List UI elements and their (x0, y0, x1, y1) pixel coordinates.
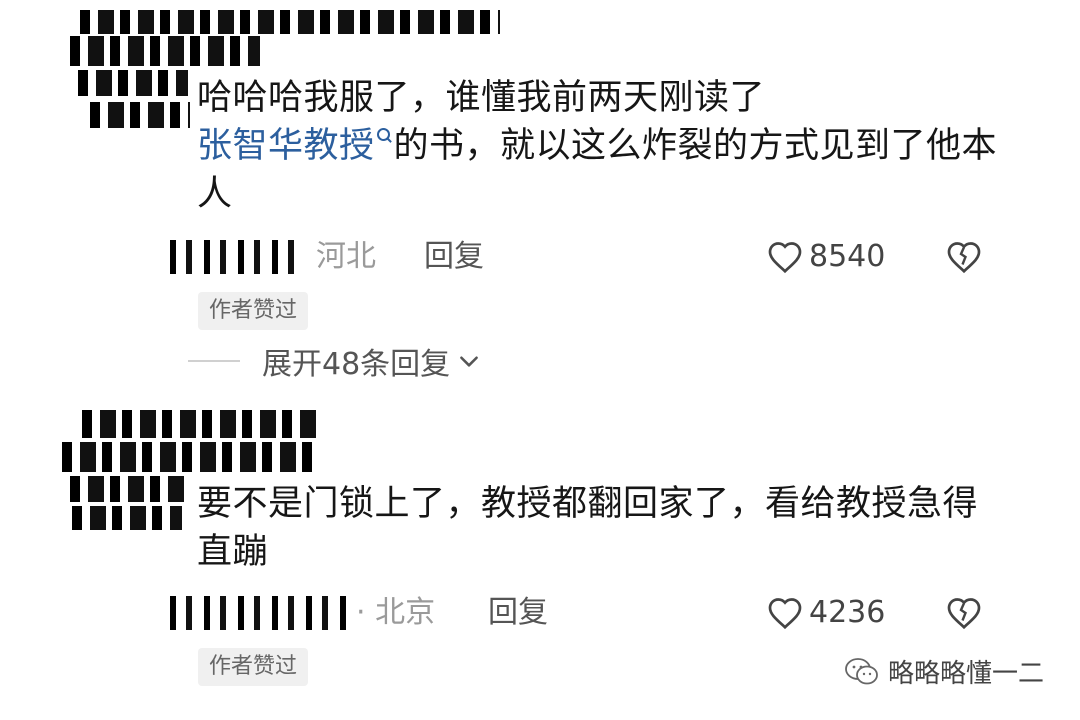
comment-text: 要不是门锁上了，教授都翻回家了，看给教授急得直蹦 (197, 484, 979, 572)
username[interactable] (170, 596, 346, 630)
like-button[interactable]: 8540 (767, 232, 885, 282)
mention-link[interactable]: 张智华教授 (197, 126, 375, 166)
comment-text: 哈哈哈我服了，谁懂我前两天刚读了 张智华教授 的书，就以这么炸裂的方式见到了他本人 (197, 74, 1017, 218)
like-count: 8540 (809, 239, 886, 274)
expand-replies[interactable]: 展开48条回复 (188, 336, 482, 386)
like-count: 4236 (809, 595, 886, 630)
reply-button[interactable]: 回复 (488, 588, 548, 638)
heart-icon (768, 242, 802, 274)
location: 河北 (316, 239, 376, 274)
location: · 北京 (356, 595, 436, 630)
comment-text-before: 哈哈哈我服了，谁懂我前两天刚读了 (197, 78, 766, 118)
expand-replies-label: 展开48条回复 (262, 347, 451, 382)
watermark-text: 略略略懂一二 (887, 659, 1044, 689)
chevron-down-icon (460, 356, 479, 367)
search-icon[interactable] (376, 128, 390, 141)
comment-1: 哈哈哈我服了，谁懂我前两天刚读了 张智华教授 的书，就以这么炸裂的方式见到了他本人… (0, 0, 1080, 400)
broken-heart-icon (947, 242, 981, 274)
dislike-button[interactable] (946, 240, 982, 290)
like-button[interactable]: 4236 (767, 588, 885, 638)
comment-meta: · 北京 回复 4236 (170, 588, 1000, 638)
heart-icon (768, 598, 802, 630)
avatar[interactable] (70, 10, 500, 130)
dislike-button[interactable] (946, 596, 982, 646)
avatar[interactable] (62, 410, 322, 530)
reply-button[interactable]: 回复 (424, 232, 484, 282)
username[interactable] (170, 240, 300, 274)
comment-meta: 河北 回复 8540 (170, 232, 1000, 282)
watermark: 略略略懂一二 (844, 653, 1044, 690)
divider (188, 360, 240, 362)
wechat-icon (845, 657, 878, 684)
author-liked-badge: 作者赞过 (198, 292, 309, 330)
author-liked-badge: 作者赞过 (198, 648, 309, 686)
broken-heart-icon (947, 598, 981, 630)
